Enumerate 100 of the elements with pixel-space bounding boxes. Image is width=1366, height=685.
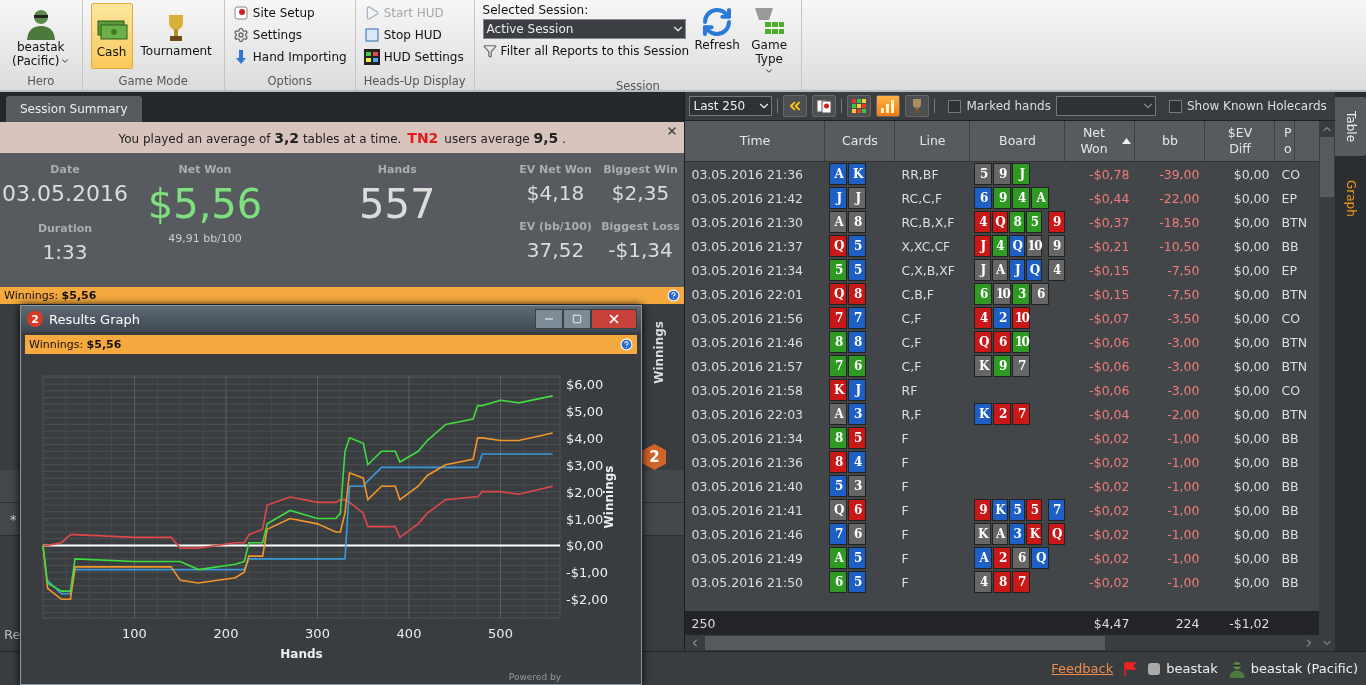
session-summary-tab[interactable]: Session Summary (6, 96, 142, 122)
stat-value: -$1,34 (608, 239, 673, 261)
range-dropdown[interactable]: Last 250 (689, 96, 773, 116)
filter-button[interactable]: Filter all Reports to this Session (482, 41, 690, 61)
hand-row[interactable]: 03.05.2016 21:40 5 3 F -$0,02 -1,00 $0,00 BB (685, 474, 1319, 498)
stat-value: 1:33 (42, 241, 88, 264)
hole-card: A (829, 547, 848, 569)
game-mode-button[interactable]: Cash (90, 3, 133, 69)
ribbon-button[interactable]: Game Type (745, 3, 794, 79)
hand-row[interactable]: 03.05.2016 21:56 7 7 C,F 4 2 10 -$0,07 -3,50 $0,00 CO (685, 306, 1319, 330)
stat-sub-value: 49,91 bb/100 (168, 232, 242, 245)
hand-row[interactable]: 03.05.2016 21:42 J J RC,C,F 6 9 4 A -$0,44 -22,00 $0,00 EP (685, 186, 1319, 210)
board-card: Q (1008, 235, 1026, 257)
hud-grid-icon (363, 49, 380, 65)
scroll-thumb[interactable] (1320, 137, 1334, 197)
close-icon (607, 312, 621, 326)
board-card: Q (1031, 547, 1050, 569)
stat-value: $5,56 (147, 182, 263, 226)
hand-row[interactable]: 03.05.2016 21:34 5 5 C,X,B,XF J A J Q 4 -$0,15 -7,50 $0,00 EP (685, 258, 1319, 282)
ribbon-button[interactable]: Hand Importing (232, 47, 347, 67)
column-header[interactable]: bb (1135, 121, 1206, 161)
position-cell-text: BB (1280, 454, 1300, 470)
scroll-thumb[interactable] (705, 636, 1106, 650)
line-cell-text: C,X,B,XF (900, 262, 957, 278)
hole-card: 8 (848, 283, 867, 305)
ribbon-button[interactable]: HUD Settings (363, 47, 464, 67)
line-cell-text: RF (900, 382, 919, 398)
position-cell-text: BTN (1280, 214, 1309, 230)
column-header[interactable]: Time (685, 121, 826, 161)
side-tab[interactable]: Table (1335, 97, 1366, 157)
board-card: 7 (1012, 403, 1031, 425)
line-cell-text: C,B,F (900, 286, 935, 302)
board-card: 4 (991, 235, 1008, 257)
board-card: Q (1048, 523, 1065, 545)
minimize-button[interactable] (535, 309, 563, 329)
board-card: 3 (1008, 523, 1026, 545)
close-button[interactable] (591, 309, 637, 329)
user-avatar-icon (1227, 659, 1246, 678)
board-card: 4 (974, 307, 993, 329)
board-card: 6 (974, 187, 993, 209)
hero-selector[interactable]: beastak (Pacific) (8, 3, 74, 71)
total-bb: 224 (1174, 615, 1201, 631)
feedback-link[interactable]: Feedback (1051, 661, 1114, 676)
hole-card: 8 (829, 427, 848, 449)
toolbar-button[interactable] (783, 95, 808, 117)
hand-row[interactable]: 03.05.2016 21:50 6 5 F 4 8 7 -$0,02 -1,00 $0,00 BB (685, 570, 1319, 594)
ribbon-button[interactable]: Stop HUD (363, 25, 464, 45)
horizontal-scrollbar[interactable] (685, 635, 1319, 651)
group-title: Hero (26, 74, 56, 90)
show-holecards-checkbox[interactable]: Show Known Holecards (1168, 99, 1327, 113)
hand-row[interactable]: 03.05.2016 21:30 A 8 RC,B,X,F 4 Q 8 5 9 -$0,37 -18,50 $0,00 BTN (685, 210, 1319, 234)
vertical-scrollbar[interactable] (1319, 121, 1335, 651)
stat-value: 557 (359, 182, 436, 226)
session-dropdown[interactable]: Active Session (482, 19, 686, 39)
ev-diff-cell-text: $0,00 (1232, 526, 1271, 542)
column-header[interactable]: $EV Diff (1205, 121, 1276, 161)
hole-card: A (829, 403, 848, 425)
group-title: Heads-Up Display (363, 74, 466, 90)
time-cell-text: 03.05.2016 22:03 (690, 406, 805, 422)
hand-row[interactable]: 03.05.2016 21:41 Q 6 F 9 K 5 5 7 -$0,02 -1,00 $0,00 BB (685, 498, 1319, 522)
hole-card: 8 (829, 331, 848, 353)
side-tab[interactable]: Graph (1335, 166, 1366, 231)
hand-row[interactable]: 03.05.2016 21:46 7 6 F K A 3 K Q -$0,02 -1,00 $0,00 BB (685, 522, 1319, 546)
hand-row[interactable]: 03.05.2016 22:01 Q 8 C,B,F 6 10 3 6 -$0,15 -7,50 $0,00 BTN (685, 282, 1319, 306)
maximize-button[interactable] (563, 309, 591, 329)
hand-row[interactable]: 03.05.2016 21:57 7 6 C,F K 9 7 -$0,06 -3,00 $0,00 BTN (685, 354, 1319, 378)
time-cell-text: 03.05.2016 21:46 (690, 334, 805, 350)
ribbon-button[interactable]: Site Setup (232, 3, 347, 23)
hand-row[interactable]: 03.05.2016 21:37 Q 5 X,XC,CF J 4 Q 10 9 -$0,21 -10,50 $0,00 BB (685, 234, 1319, 258)
game-mode-button[interactable]: Tournament (136, 3, 216, 67)
hand-row[interactable]: 03.05.2016 21:36 A K RR,BF 5 9 J -$0,78 -39,00 $0,00 CO (685, 162, 1319, 186)
hand-row[interactable]: 03.05.2016 21:36 8 4 F -$0,02 -1,00 $0,00 BB (685, 450, 1319, 474)
toolbar-button[interactable] (847, 95, 872, 117)
ribbon-button[interactable]: Refresh (693, 3, 742, 55)
ribbon-button[interactable]: Settings (232, 25, 347, 45)
toolbar-button[interactable] (812, 95, 837, 117)
close-icon[interactable] (666, 125, 679, 137)
winnings-text: Winnings: $5,56 (4, 289, 97, 302)
column-header[interactable]: Board (970, 121, 1066, 161)
hand-row[interactable]: 03.05.2016 21:58 K J RF -$0,06 -3,00 $0,00 CO (685, 378, 1319, 402)
x-tick-label: 200 (213, 626, 239, 641)
column-header[interactable]: Cards (825, 121, 896, 161)
hand-row[interactable]: 03.05.2016 22:03 A 3 R,F K 2 7 -$0,04 -2,00 $0,00 BTN (685, 402, 1319, 426)
column-header[interactable]: Line (895, 121, 971, 161)
marked-hands-dropdown[interactable] (1055, 96, 1156, 116)
help-icon[interactable] (667, 289, 681, 302)
hand-row[interactable]: 03.05.2016 21:49 A 5 F A 2 6 Q -$0,02 -1,00 $0,00 BB (685, 546, 1319, 570)
hand-row[interactable]: 03.05.2016 21:46 8 8 C,F Q 6 10 -$0,06 -3,00 $0,00 BTN (685, 330, 1319, 354)
help-icon[interactable] (620, 338, 633, 351)
column-header[interactable]: Po (1275, 121, 1295, 161)
group-title: Session (614, 79, 661, 93)
position-cell-text: CO (1280, 166, 1302, 182)
total-net-won: $4,47 (1092, 615, 1131, 631)
tab-label[interactable]: Re (4, 626, 21, 642)
ev-diff-cell-text: $0,00 (1232, 358, 1271, 374)
column-header[interactable]: Net Won (1065, 121, 1136, 161)
board-card: J (1012, 163, 1031, 185)
toolbar-button[interactable] (876, 95, 901, 117)
hand-row[interactable]: 03.05.2016 21:34 8 5 F -$0,02 -1,00 $0,00 BB (685, 426, 1319, 450)
marked-hands-checkbox[interactable]: Marked hands (948, 99, 1051, 113)
